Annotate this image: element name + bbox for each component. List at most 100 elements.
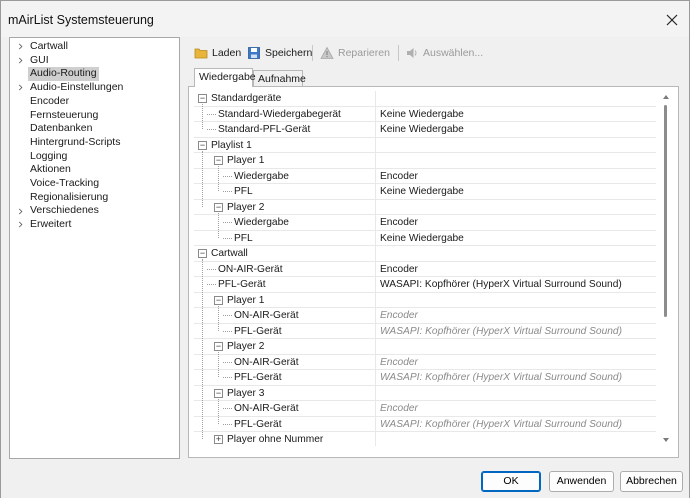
ok-button[interactable]: OK [481,471,541,492]
nav-item[interactable]: Verschiedenes [10,204,178,218]
collapse-minus-icon[interactable]: − [198,94,207,103]
collapse-minus-icon[interactable]: − [198,140,207,150]
routing-row[interactable]: − Player 1 [194,153,656,169]
nav-item[interactable]: Fernsteuerung [10,109,178,123]
nav-item[interactable]: Audio-Einstellungen [10,81,178,95]
scroll-down-arrow-icon[interactable] [662,436,670,444]
nav-item-label: Regionalisierung [30,190,109,203]
vertical-scrollbar[interactable] [659,91,673,446]
column-divider [375,416,376,433]
collapse-minus-icon[interactable]: − [198,249,207,258]
nav-item[interactable]: Encoder [10,95,178,109]
collapse-minus-icon[interactable]: − [214,342,223,351]
chevron-right-icon[interactable] [15,81,25,95]
routing-row[interactable]: PFL-Gerät WASAPI: Kopfhörer (HyperX Virtu… [194,277,656,293]
column-divider [375,215,376,231]
collapse-minus-icon[interactable]: − [214,295,223,305]
expand-plus-icon[interactable]: + [214,435,223,444]
save-button[interactable]: Speichern [247,44,312,62]
nav-item[interactable]: Erweitert [10,218,178,232]
chevron-right-icon[interactable] [15,40,25,54]
routing-row[interactable]: Wiedergabe Encoder [194,168,656,185]
save-label: Speichern [265,47,313,59]
routing-row[interactable]: − Player 3 [194,385,656,402]
routing-row-name: Standard-PFL-Gerät [218,124,311,135]
routing-row[interactable]: − Cartwall [194,246,656,262]
nav-item[interactable]: Audio-Routing [10,67,178,82]
tab-wiedergabe[interactable]: Wiedergabe [194,68,256,87]
routing-row[interactable]: ON-AIR-Gerät Encoder [194,308,656,324]
routing-row[interactable]: Standard-PFL-Gerät Keine Wiedergabe [194,122,656,138]
routing-row-value[interactable]: Encoder [380,401,418,416]
cancel-button[interactable]: Abbrechen [620,471,683,492]
nav-item[interactable]: Hintergrund-Scripts [10,136,178,150]
column-divider [375,323,376,340]
nav-item[interactable]: Cartwall [10,40,178,54]
routing-row[interactable]: ON-AIR-Gerät Encoder [194,401,656,417]
scroll-thumb[interactable] [664,105,667,317]
nav-item-label: Erweitert [30,218,72,231]
routing-row-name: PFL-Gerät [218,279,266,290]
settings-nav-tree[interactable]: Cartwall GUI Audio-Routing Audio-Einstellun… [9,37,180,459]
column-divider [375,230,376,247]
nav-item-label: Hintergrund-Scripts [30,135,121,148]
nav-item[interactable]: GUI [10,54,178,68]
routing-row[interactable]: − Player 2 [194,199,656,216]
collapse-minus-icon[interactable]: − [214,156,223,165]
nav-item[interactable]: Voice-Tracking [10,177,178,191]
nav-item-label: GUI [30,53,49,66]
routing-row-value[interactable]: WASAPI: Kopfhörer (HyperX Virtual Surrou… [380,277,622,292]
routing-row-value[interactable]: Encoder [380,169,418,184]
routing-row[interactable]: + Player ohne Nummer [194,432,656,446]
routing-row-value[interactable]: WASAPI: Kopfhörer (HyperX Virtual Surrou… [380,324,622,339]
routing-row-value[interactable]: Encoder [380,262,418,277]
column-divider [375,91,376,107]
routing-row[interactable]: − Player 1 [194,292,656,309]
tree-connector [207,268,216,270]
repair-button[interactable]: Reparieren [320,44,390,62]
routing-row-value[interactable]: Keine Wiedergabe [380,122,464,137]
routing-row[interactable]: − Playlist 1 [194,137,656,154]
routing-row[interactable]: PFL-Gerät WASAPI: Kopfhörer (HyperX Virtu… [194,323,656,340]
nav-item[interactable]: Aktionen [10,163,178,177]
routing-row-value[interactable]: Encoder [380,355,418,370]
select-device-button[interactable]: Auswählen... [405,44,483,62]
routing-row[interactable]: ON-AIR-Gerät Encoder [194,354,656,371]
apply-button[interactable]: Anwenden [549,471,614,492]
routing-row-value[interactable]: Encoder [380,215,418,230]
routing-row-value[interactable]: Keine Wiedergabe [380,184,464,199]
routing-row-name: ON-AIR-Gerät [218,263,283,275]
routing-row-value[interactable]: Keine Wiedergabe [380,231,464,246]
routing-row[interactable]: PFL-Gerät WASAPI: Kopfhörer (HyperX Virtu… [194,416,656,433]
collapse-minus-icon[interactable]: − [214,202,223,212]
tree-guide-line [218,166,219,191]
routing-row[interactable]: − Standardgeräte [194,91,656,107]
chevron-right-icon[interactable] [15,54,25,68]
close-button[interactable] [657,6,687,34]
routing-row-value[interactable]: WASAPI: Kopfhörer (HyperX Virtual Surrou… [380,417,622,432]
nav-item[interactable]: Datenbanken [10,122,178,136]
routing-row[interactable]: ON-AIR-Gerät Encoder [194,261,656,278]
scroll-up-arrow-icon[interactable] [662,93,670,101]
routing-row-value[interactable]: WASAPI: Kopfhörer (HyperX Virtual Surrou… [380,370,622,385]
chevron-right-icon[interactable] [15,204,25,218]
tree-connector [207,113,216,115]
routing-row[interactable]: PFL-Gerät WASAPI: Kopfhörer (HyperX Virtu… [194,370,656,386]
save-disk-icon [247,46,261,60]
routing-row[interactable]: Wiedergabe Encoder [194,215,656,231]
tab-aufnahme[interactable]: Aufnahme [253,70,306,87]
routing-row-value[interactable]: Keine Wiedergabe [380,107,464,122]
chevron-right-icon[interactable] [15,218,25,232]
routing-row[interactable]: − Player 2 [194,339,656,355]
collapse-minus-icon[interactable]: − [214,388,223,398]
routing-row[interactable]: PFL Keine Wiedergabe [194,230,656,247]
routing-row-value[interactable]: Encoder [380,308,418,323]
nav-item[interactable]: Logging [10,150,178,164]
routing-row[interactable]: PFL Keine Wiedergabe [194,184,656,200]
routing-tree-grid[interactable]: − Standardgeräte Standard-Wiedergabegerät K… [194,91,656,446]
nav-item[interactable]: Regionalisierung [10,191,178,205]
load-button[interactable]: Laden [194,44,241,62]
routing-row-name: Standardgeräte [211,93,282,104]
nav-item-label: Fernsteuerung [30,108,99,121]
routing-row[interactable]: Standard-Wiedergabegerät Keine Wiedergabe [194,106,656,123]
